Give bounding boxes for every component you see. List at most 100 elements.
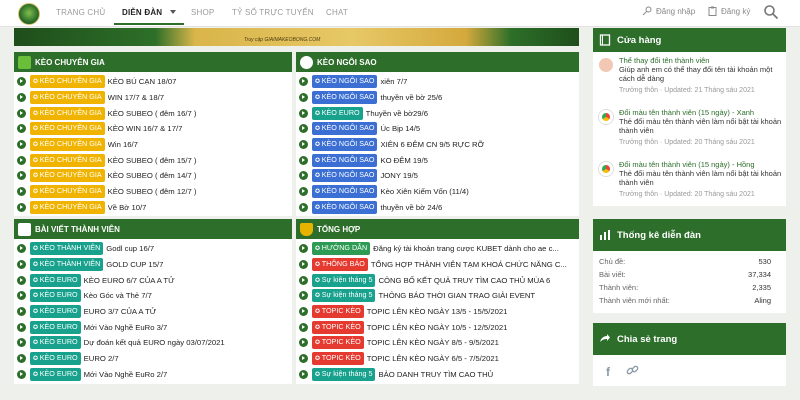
prefix-badge[interactable]: KÈO NGÔI SAO	[312, 75, 378, 89]
prefix-badge[interactable]: KÈO EURO	[30, 320, 81, 334]
register-link[interactable]: Đăng ký	[708, 6, 750, 16]
list-item[interactable]: KÈO NGÔI SAOXIÊN 6 ĐÊM CN 9/5 RỰC RỠ	[296, 137, 579, 153]
list-item[interactable]: KÈO CHUYÊN GIAKÈO SUBEO ( đêm 14/7 )	[14, 168, 292, 184]
thread-title[interactable]: Godl cup 16/7	[106, 244, 154, 253]
list-item[interactable]: KÈO NGÔI SAOthuyền về bờ 24/6	[296, 200, 579, 216]
prefix-badge[interactable]: KÈO NGÔI SAO	[312, 122, 378, 136]
thread-title[interactable]: xiên 7/7	[380, 77, 407, 86]
thread-title[interactable]: KÈO SUBEO ( đêm 16/7 )	[108, 109, 197, 118]
thread-title[interactable]: KÈO SUBEO ( đêm 12/7 )	[108, 187, 197, 196]
prefix-badge[interactable]: KÈO CHUYÊN GIA	[30, 75, 105, 89]
prefix-badge[interactable]: KÈO NGÔI SAO	[312, 138, 378, 152]
list-item[interactable]: KÈO CHUYÊN GIAKÈO SUBEO ( đêm 16/7 )	[14, 105, 292, 121]
prefix-badge[interactable]: KÈO CHUYÊN GIA	[30, 169, 105, 183]
prefix-badge[interactable]: KÈO EURO	[30, 305, 81, 319]
thread-title[interactable]: EURO 2/7	[84, 354, 119, 363]
prefix-badge[interactable]: KÈO EURO	[30, 336, 81, 350]
list-item[interactable]: TOPIC KÈOTOPIC LÊN KÈO NGÀY 6/5 - 7/5/20…	[296, 351, 579, 367]
site-logo[interactable]	[18, 3, 40, 25]
thread-title[interactable]: KÈO SUBEO ( đêm 15/7 )	[108, 156, 197, 165]
store-item-title[interactable]: Đổi màu tên thành viên (15 ngày) - Xanh	[619, 108, 785, 117]
prefix-badge[interactable]: KÈO CHUYÊN GIA	[30, 91, 105, 105]
thread-title[interactable]: TOPIC LÊN KÈO NGÀY 10/5 - 12/5/2021	[367, 323, 508, 332]
thread-title[interactable]: WIN 17/7 & 18/7	[108, 93, 164, 102]
thread-title[interactable]: XIÊN 6 ĐÊM CN 9/5 RỰC RỠ	[380, 140, 484, 149]
thread-title[interactable]: Dự đoán kết quả EURO ngày 03/07/2021	[84, 338, 225, 347]
thread-title[interactable]: GOLD CUP 15/7	[106, 260, 163, 269]
list-item[interactable]: TOPIC KÈOTOPIC LÊN KÈO NGÀY 13/5 - 15/5/…	[296, 304, 579, 320]
prefix-badge[interactable]: KÈO NGÔI SAO	[312, 185, 378, 199]
prefix-badge[interactable]: KÈO EURO	[30, 352, 81, 366]
facebook-icon[interactable]: f	[606, 365, 610, 379]
prefix-badge[interactable]: KÈO NGÔI SAO	[312, 200, 378, 214]
thread-title[interactable]: thuyền về bờ 24/6	[380, 203, 442, 212]
list-item[interactable]: KÈO CHUYÊN GIAKÈO SUBEO ( đêm 15/7 )	[14, 152, 292, 168]
prefix-badge[interactable]: TOPIC KÈO	[312, 352, 364, 366]
prefix-badge[interactable]: Sự kiện tháng 5	[312, 273, 376, 287]
prefix-badge[interactable]: KÈO CHUYÊN GIA	[30, 106, 105, 120]
list-item[interactable]: KÈO THÀNH VIÊNGodl cup 16/7	[14, 241, 292, 257]
thread-title[interactable]: Về Bờ 10/7	[108, 203, 147, 212]
thread-title[interactable]: TOPIC LÊN KÈO NGÀY 13/5 - 15/5/2021	[367, 307, 508, 316]
list-item[interactable]: Sự kiện tháng 5BẢO DANH TRUY TÌM CAO THỦ	[296, 367, 579, 383]
thread-title[interactable]: Mới Vào Nghề EuRo 2/7	[84, 370, 168, 379]
list-item[interactable]: KÈO NGÔI SAOKO ĐÊM 19/5	[296, 152, 579, 168]
prefix-badge[interactable]: KÈO CHUYÊN GIA	[30, 153, 105, 167]
list-item[interactable]: TOPIC KÈOTOPIC LÊN KÈO NGÀY 10/5 - 12/5/…	[296, 319, 579, 335]
thread-title[interactable]: JONY 19/5	[380, 171, 417, 180]
list-item[interactable]: KÈO EUROEURO 2/7	[14, 351, 292, 367]
list-item[interactable]: KÈO NGÔI SAOKèo Xiên Kiếm Vốn (11/4)	[296, 184, 579, 200]
prefix-badge[interactable]: KÈO THÀNH VIÊN	[30, 242, 104, 256]
thread-title[interactable]: BẢO DANH TRUY TÌM CAO THỦ	[378, 370, 493, 379]
list-item[interactable]: TOPIC KÈOTOPIC LÊN KÈO NGÀY 8/5 - 9/5/20…	[296, 335, 579, 351]
thread-title[interactable]: Kèo Xiên Kiếm Vốn (11/4)	[380, 187, 468, 196]
store-item[interactable]: Đổi màu tên thành viên (15 ngày) - Xanh …	[599, 108, 787, 152]
login-link[interactable]: Đăng nhập	[642, 6, 695, 16]
list-item[interactable]: KÈO THÀNH VIÊNGOLD CUP 15/7	[14, 257, 292, 273]
list-item[interactable]: KÈO EUROKÈO EURO 6/7 CỦA A TỬ	[14, 272, 292, 288]
list-item[interactable]: THÔNG BÁOTỔNG HỢP THÀNH VIÊN TẠM KHOÁ CH…	[296, 257, 579, 273]
thread-title[interactable]: KÈO WIN 16/7 & 17/7	[108, 124, 183, 133]
nav-home[interactable]: TRANG CHỦ	[56, 8, 105, 17]
list-item[interactable]: Sự kiện tháng 5CÔNG BỐ KẾT QUẢ TRUY TÌM …	[296, 272, 579, 288]
nav-live-score[interactable]: TỶ SỐ TRỰC TUYẾN	[232, 8, 314, 17]
thread-title[interactable]: KÈO SUBEO ( đêm 14/7 )	[108, 171, 197, 180]
list-item[interactable]: KÈO CHUYÊN GIAKÈO WIN 16/7 & 17/7	[14, 121, 292, 137]
prefix-badge[interactable]: TOPIC KÈO	[312, 305, 364, 319]
list-item[interactable]: KÈO EURODự đoán kết quả EURO ngày 03/07/…	[14, 335, 292, 351]
search-icon[interactable]	[763, 4, 779, 20]
list-item[interactable]: KÈO NGÔI SAOxiên 7/7	[296, 74, 579, 90]
chevron-down-icon[interactable]	[170, 10, 176, 14]
prefix-badge[interactable]: KÈO NGÔI SAO	[312, 153, 378, 167]
prefix-badge[interactable]: KÈO NGÔI SAO	[312, 91, 378, 105]
store-item[interactable]: Thể thay đổi tên thành viên Giúp anh em …	[599, 56, 787, 96]
list-item[interactable]: KÈO CHUYÊN GIAWin 16/7	[14, 137, 292, 153]
link-icon[interactable]	[626, 364, 639, 377]
panel-header[interactable]: KÈO NGÔI SAO	[296, 52, 579, 72]
list-item[interactable]: KÈO EUROKèo Góc và Thẻ 7/7	[14, 288, 292, 304]
list-item[interactable]: KÈO EUROThuyền về bờ29/6	[296, 105, 579, 121]
thread-title[interactable]: TOPIC LÊN KÈO NGÀY 8/5 - 9/5/2021	[367, 338, 499, 347]
prefix-badge[interactable]: HƯỚNG DẪN	[312, 242, 371, 256]
prefix-badge[interactable]: Sự kiện tháng 5	[312, 289, 376, 303]
prefix-badge[interactable]: KÈO EURO	[30, 273, 81, 287]
stat-value[interactable]: Aling	[754, 296, 771, 305]
nav-forum[interactable]: DIỄN ĐÀN	[122, 8, 162, 17]
panel-header[interactable]: KÈO CHUYÊN GIA	[14, 52, 292, 72]
thread-title[interactable]: KÈO EURO 6/7 CỦA A TỬ	[84, 276, 175, 285]
prefix-badge[interactable]: KÈO THÀNH VIÊN	[30, 258, 104, 272]
thread-title[interactable]: EURO 3/7 CỦA A TỬ	[84, 307, 157, 316]
prefix-badge[interactable]: KÈO CHUYÊN GIA	[30, 185, 105, 199]
nav-chat[interactable]: CHAT	[326, 8, 348, 17]
prefix-badge[interactable]: Sự kiện tháng 5	[312, 367, 376, 381]
thread-title[interactable]: THÔNG BÁO THỜI GIAN TRAO GIẢI EVENT	[378, 291, 535, 300]
list-item[interactable]: KÈO CHUYÊN GIAKÈO BÚ CẠN 18/07	[14, 74, 292, 90]
thread-title[interactable]: Win 16/7	[108, 140, 138, 149]
thread-title[interactable]: CÔNG BỐ KẾT QUẢ TRUY TÌM CAO THỦ MÙA 6	[378, 276, 550, 285]
list-item[interactable]: Sự kiện tháng 5THÔNG BÁO THỜI GIAN TRAO …	[296, 288, 579, 304]
prefix-badge[interactable]: KÈO EURO	[30, 289, 81, 303]
store-item-title[interactable]: Đổi màu tên thành viên (15 ngày) - Hồng	[619, 160, 785, 169]
panel-header[interactable]: BÀI VIẾT THÀNH VIÊN	[14, 219, 292, 239]
list-item[interactable]: HƯỚNG DẪNĐăng ký tài khoản trang cược KU…	[296, 241, 579, 257]
list-item[interactable]: KÈO CHUYÊN GIAKÈO SUBEO ( đêm 12/7 )	[14, 184, 292, 200]
